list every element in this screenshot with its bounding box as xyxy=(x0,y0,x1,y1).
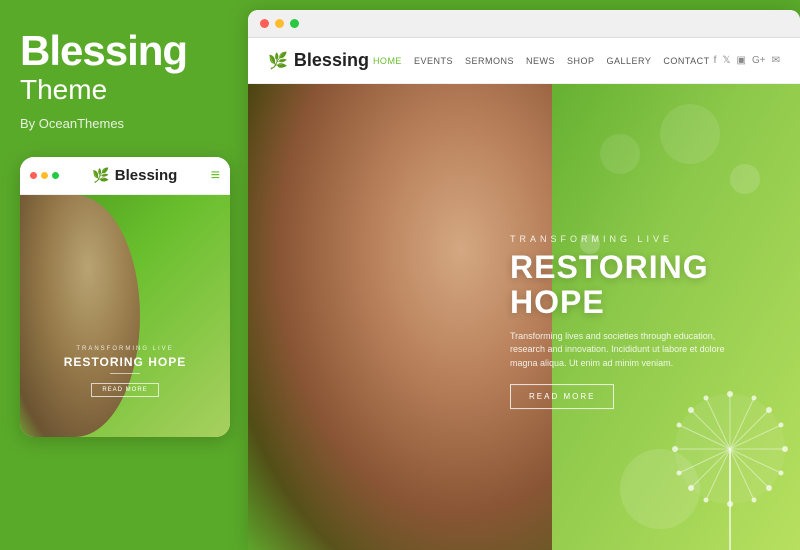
mobile-hero-sup: TRANSFORMING LIVE xyxy=(28,346,222,352)
hero-sup-text: TRANSFORMING LIVE xyxy=(510,234,770,244)
mobile-dot-green xyxy=(52,172,59,179)
mobile-read-more-button[interactable]: READ MORE xyxy=(91,383,158,397)
mobile-dot-yellow xyxy=(41,172,48,179)
mobile-dots xyxy=(30,172,59,179)
left-panel: Blessing Theme By OceanThemes 🌿 Blessing… xyxy=(0,0,248,550)
browser-chrome xyxy=(248,10,800,38)
mobile-hero-person xyxy=(20,195,140,437)
theme-title: Blessing xyxy=(20,30,187,72)
mobile-hero-divider xyxy=(110,373,140,374)
nav-news[interactable]: NEWS xyxy=(526,56,555,66)
nav-gallery[interactable]: GALLERY xyxy=(606,56,651,66)
nav-contact[interactable]: CONTACT xyxy=(663,56,709,66)
browser-dot-green[interactable] xyxy=(290,19,299,28)
hero-person-image xyxy=(248,84,552,550)
hero-text-block: TRANSFORMING LIVE RESTORING HOPE Transfo… xyxy=(510,234,770,410)
browser-dot-yellow[interactable] xyxy=(275,19,284,28)
mobile-hero: TRANSFORMING LIVE RESTORING HOPE READ MO… xyxy=(20,195,230,437)
nav-sermons[interactable]: SERMONS xyxy=(465,56,514,66)
main-mockup: 🌿 Blessing HOME EVENTS SERMONS NEWS SHOP… xyxy=(248,10,800,550)
mobile-logo: 🌿 Blessing xyxy=(92,167,177,184)
site-header: 🌿 Blessing HOME EVENTS SERMONS NEWS SHOP… xyxy=(248,38,800,84)
email-icon[interactable]: ✉ xyxy=(772,55,780,66)
site-social: f 𝕏 ▣ G+ ✉ xyxy=(714,55,780,66)
mobile-dot-red xyxy=(30,172,37,179)
rss-icon[interactable]: ▣ xyxy=(737,55,746,66)
twitter-icon[interactable]: 𝕏 xyxy=(722,55,730,66)
bokeh-5 xyxy=(600,134,640,174)
mobile-leaf-icon: 🌿 xyxy=(92,167,109,184)
site-leaf-icon: 🌿 xyxy=(268,51,288,71)
hero-read-more-button[interactable]: READ MORE xyxy=(510,384,614,409)
google-plus-icon[interactable]: G+ xyxy=(752,55,766,66)
site-logo-text: Blessing xyxy=(294,50,369,71)
mobile-hero-text: TRANSFORMING LIVE RESTORING HOPE READ MO… xyxy=(20,346,230,397)
facebook-icon[interactable]: f xyxy=(714,55,717,66)
mobile-mockup: 🌿 Blessing ≡ TRANSFORMING LIVE RESTORING… xyxy=(20,157,230,437)
bokeh-1 xyxy=(660,104,720,164)
nav-home[interactable]: HOME xyxy=(373,56,402,66)
nav-shop[interactable]: SHOP xyxy=(567,56,595,66)
mobile-header: 🌿 Blessing ≡ xyxy=(20,157,230,195)
mobile-hero-title: RESTORING HOPE xyxy=(28,355,222,369)
hero-description: Transforming lives and societies through… xyxy=(510,330,730,371)
theme-author: By OceanThemes xyxy=(20,116,124,131)
site-logo: 🌿 Blessing xyxy=(268,50,369,71)
site-hero: TRANSFORMING LIVE RESTORING HOPE Transfo… xyxy=(248,84,800,550)
hero-main-title: RESTORING HOPE xyxy=(510,250,770,320)
bokeh-2 xyxy=(730,164,760,194)
site-nav: HOME EVENTS SERMONS NEWS SHOP GALLERY CO… xyxy=(373,56,710,66)
nav-events[interactable]: EVENTS xyxy=(414,56,453,66)
theme-subtitle: Theme xyxy=(20,74,107,106)
browser-dot-red[interactable] xyxy=(260,19,269,28)
mobile-menu-icon[interactable]: ≡ xyxy=(211,167,220,185)
